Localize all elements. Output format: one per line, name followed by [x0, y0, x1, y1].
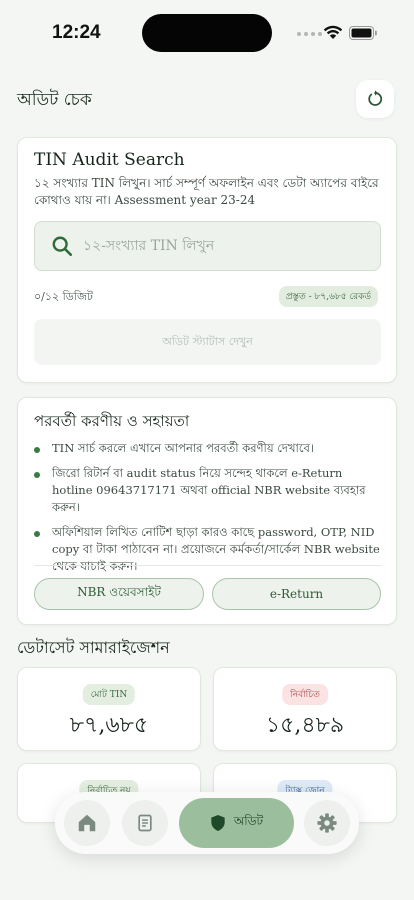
- search-card-description: ১২ সংখ্যার TIN লিখুন। সার্চ সম্পূর্ণ অফল…: [34, 176, 379, 207]
- tin-search-card: TIN Audit Search ১২ সংখ্যার TIN লিখুন। স…: [17, 137, 397, 383]
- dataset-section-title: ডেটাসেট সামারাইজেশন: [17, 638, 170, 657]
- stat-card-total-tin: মোট TIN ৮৭,৬৮৫: [17, 667, 201, 751]
- page-header: অডিট চেক: [0, 78, 414, 120]
- ready-status-badge: প্রস্তুত - ৮৭,৬৮৫ রেকর্ড: [278, 286, 378, 307]
- stat-value: ৮৭,৬৮৫: [69, 713, 149, 738]
- stat-label: নির্বাচিত: [282, 684, 328, 705]
- stat-value: ১৫,৪৮৯: [265, 713, 345, 738]
- stat-label: মোট TIN: [82, 684, 136, 705]
- bottom-nav: অডিট: [55, 792, 359, 854]
- status-bar: 12:24: [0, 0, 414, 60]
- dynamic-island: [142, 14, 272, 52]
- nav-home-button[interactable]: [64, 800, 110, 846]
- battery-icon: [349, 26, 377, 40]
- cellular-signal-icon: [297, 32, 322, 36]
- search-icon: [52, 236, 72, 256]
- nav-documents-button[interactable]: [122, 800, 168, 846]
- nbr-website-button[interactable]: NBR ওয়েবসাইট: [34, 578, 204, 610]
- help-item: TIN সার্চ করলে এখানে আপনার পরবর্তী করণীয…: [34, 440, 384, 457]
- home-icon: [78, 814, 96, 832]
- gear-icon: [317, 813, 337, 833]
- tin-input[interactable]: [83, 232, 368, 260]
- help-list: TIN সার্চ করলে এখানে আপনার পরবর্তী করণীয…: [34, 440, 384, 583]
- refresh-icon: [368, 90, 383, 106]
- e-return-button[interactable]: e-Return: [212, 578, 381, 610]
- help-item: অফিশিয়াল লিখিত নোটিশ ছাড়া কারও কাছে pa…: [34, 524, 384, 575]
- help-item: জিরো রিটার্ন বা audit status নিয়ে সন্দে…: [34, 465, 384, 516]
- help-card-title: পরবর্তী করণীয় ও সহায়তা: [34, 412, 190, 430]
- wifi-icon: [323, 25, 343, 39]
- divider: [34, 565, 381, 566]
- bullet-icon: [34, 472, 40, 478]
- bullet-icon: [34, 447, 40, 453]
- stat-card-selected: নির্বাচিত ১৫,৪৮৯: [213, 667, 397, 751]
- bullet-icon: [34, 531, 40, 537]
- nav-settings-button[interactable]: [304, 800, 350, 846]
- page-title: অডিট চেক: [17, 90, 92, 110]
- help-item-text: জিরো রিটার্ন বা audit status নিয়ে সন্দে…: [52, 466, 366, 514]
- digit-counter: ০/১২ ডিজিট: [34, 290, 93, 303]
- status-time: 12:24: [52, 22, 101, 43]
- shield-icon: [211, 815, 225, 831]
- next-steps-card: পরবর্তী করণীয় ও সহায়তা TIN সার্চ করলে …: [17, 397, 397, 625]
- document-icon: [138, 814, 152, 832]
- nav-audit-button[interactable]: অডিট: [179, 798, 294, 848]
- tin-search-field[interactable]: [34, 221, 381, 271]
- check-audit-status-button[interactable]: অডিট স্ট্যাটাস দেখুন: [34, 319, 381, 365]
- search-card-title: TIN Audit Search: [34, 150, 185, 170]
- nav-audit-label: অডিট: [233, 814, 264, 828]
- refresh-button[interactable]: [356, 80, 394, 118]
- help-item-text: TIN সার্চ করলে এখানে আপনার পরবর্তী করণীয…: [52, 441, 314, 455]
